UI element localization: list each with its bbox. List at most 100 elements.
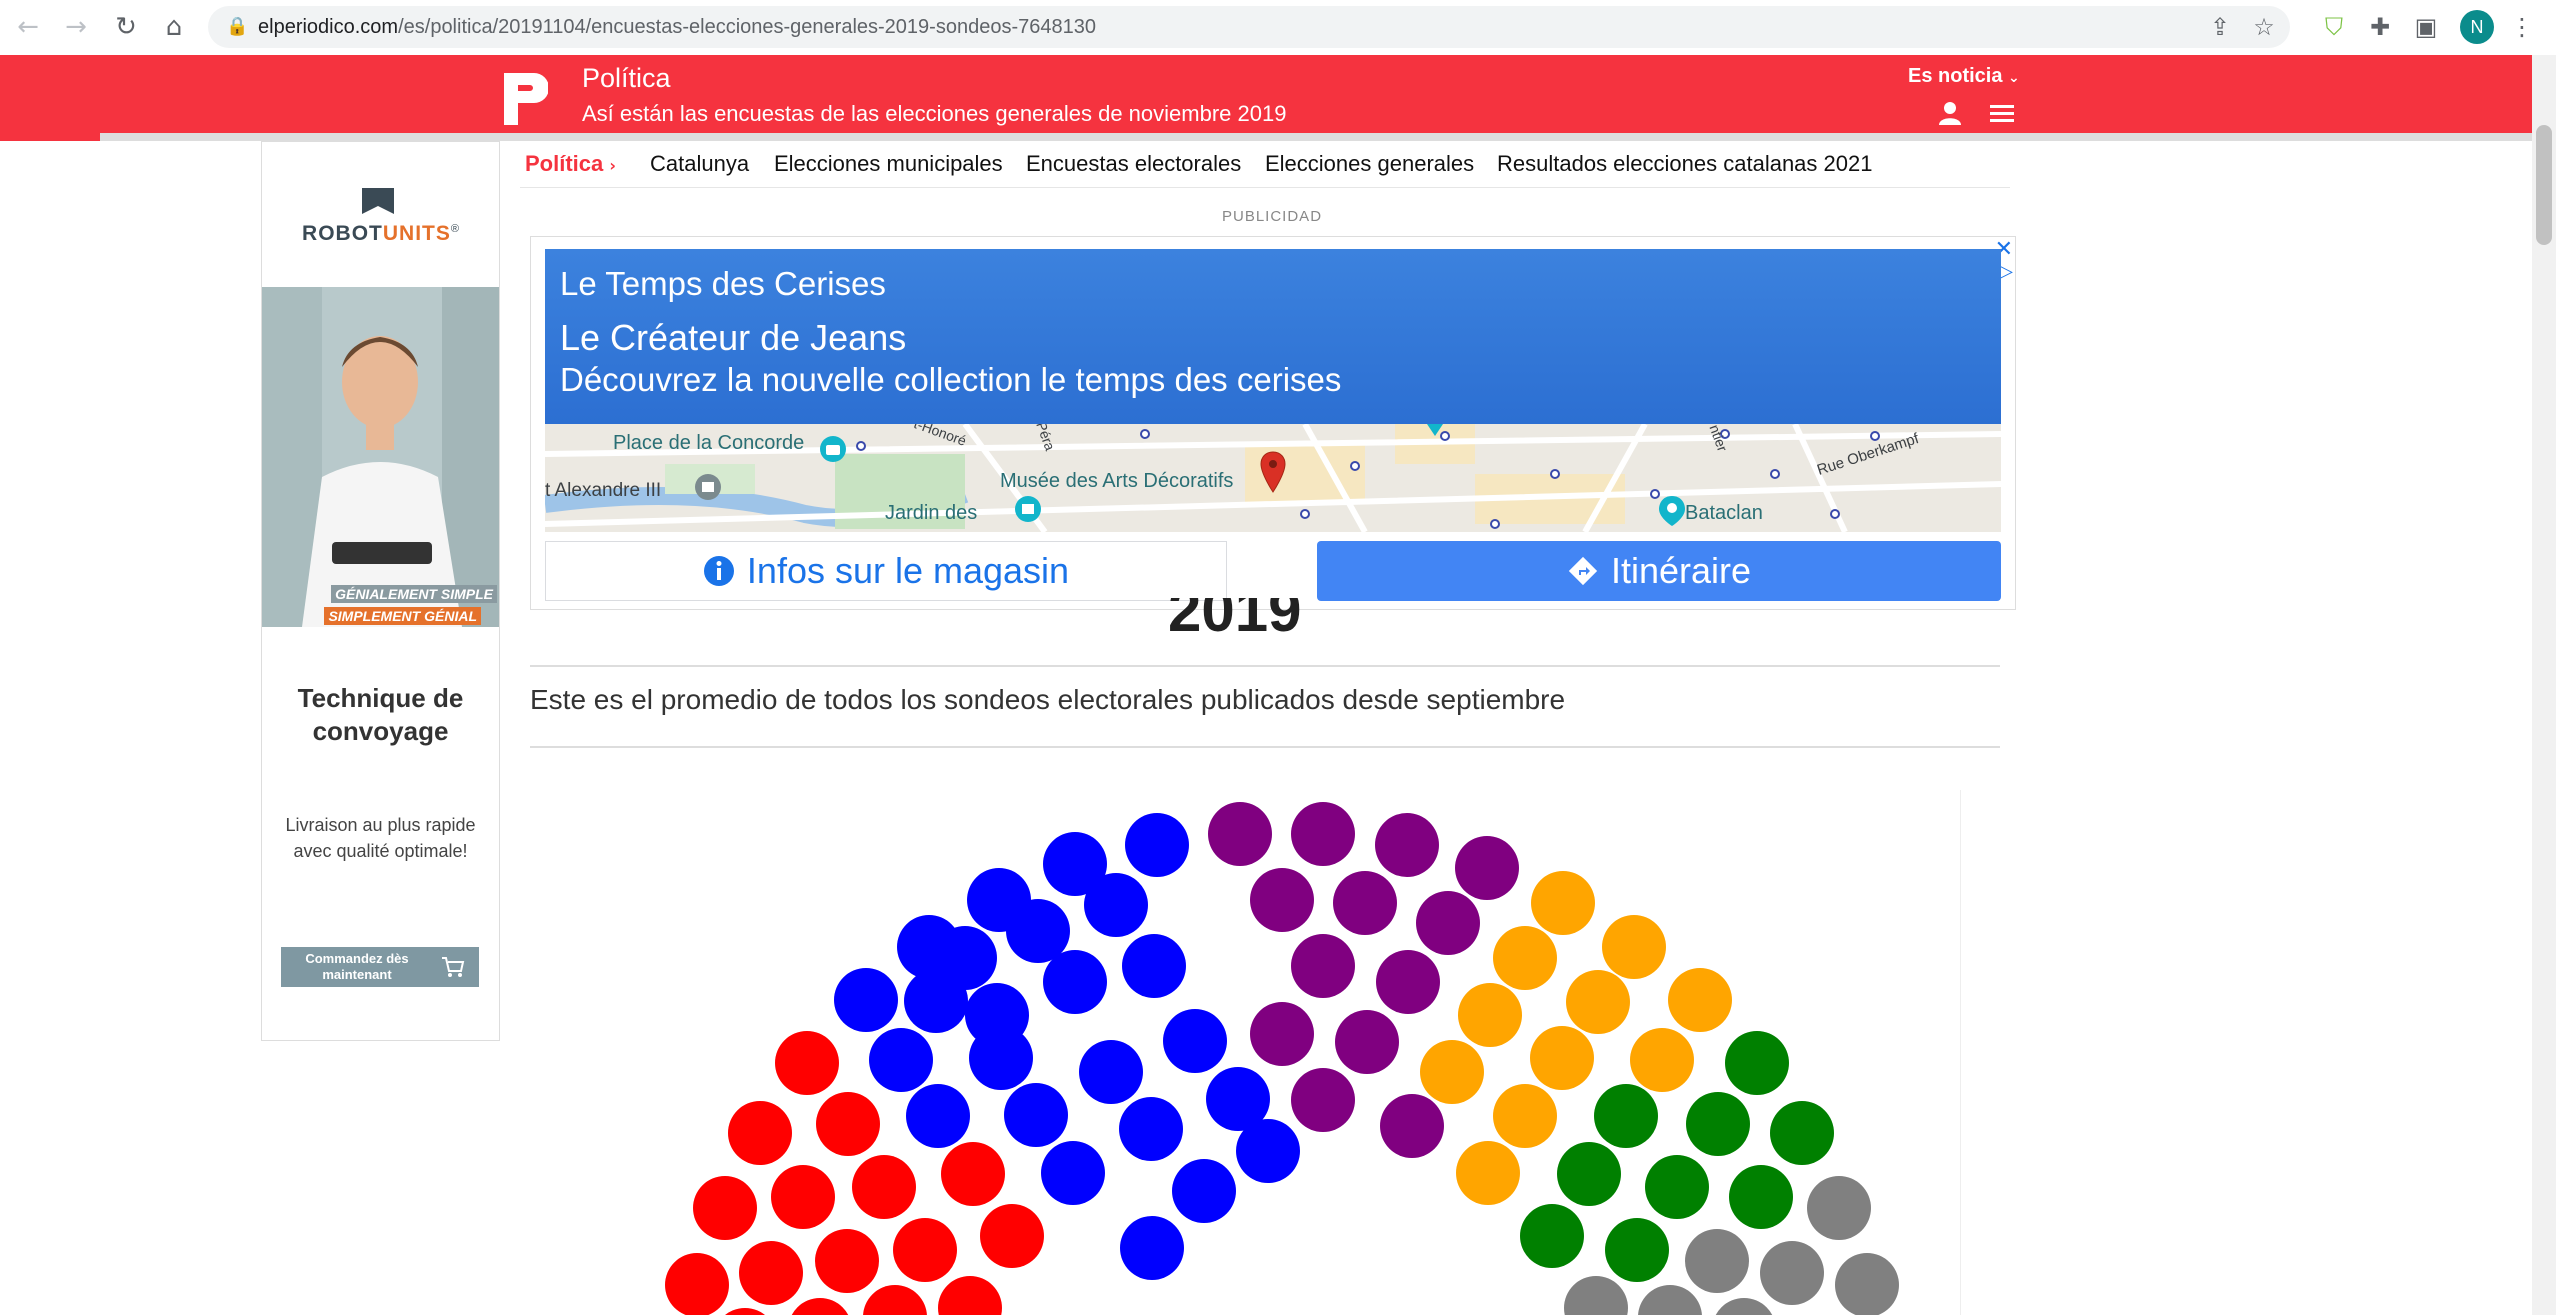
page-scrollbar[interactable] — [2532, 55, 2556, 1315]
hemicycle-svg — [665, 802, 1899, 1315]
seat-red — [728, 1101, 792, 1165]
seat-blue — [1084, 873, 1148, 937]
left-skyscraper-ad[interactable]: ROBOTUNITS® GÉNIALEMENT SIMPLE SIMPLEMEN… — [261, 141, 500, 1041]
logo-registered-mark: ® — [450, 223, 460, 235]
extensions-puzzle-icon[interactable]: ✚ — [2364, 11, 2396, 43]
seat-blue — [1041, 1141, 1105, 1205]
es-noticia-dropdown[interactable]: Es noticia ⌄ — [1908, 65, 2020, 88]
seat-purple — [1250, 868, 1314, 932]
store-info-label: Infos sur le magasin — [746, 550, 1070, 591]
directions-button[interactable]: Itinéraire — [1317, 541, 2001, 601]
seat-green — [1594, 1084, 1658, 1148]
seat-red — [980, 1204, 1044, 1268]
seat-purple — [1291, 1068, 1355, 1132]
seat-blue — [1125, 813, 1189, 877]
divider-top — [530, 665, 2000, 667]
ad-brand-line: Le Temps des Cerises — [560, 265, 886, 302]
man-with-tablet-illustration — [262, 287, 499, 627]
seat-green — [1605, 1218, 1669, 1282]
seat-red — [693, 1176, 757, 1240]
share-icon[interactable]: ⇪ — [2204, 11, 2236, 43]
hamburger-menu-icon[interactable] — [1988, 101, 2016, 125]
seat-red — [893, 1218, 957, 1282]
seat-orange — [1456, 1141, 1520, 1205]
seat-red — [771, 1165, 835, 1229]
top-banner-ad[interactable]: ✕ ▷ Le Temps des Cerises Le Créateur de … — [530, 236, 2016, 610]
store-location-pin-icon[interactable] — [1259, 450, 1287, 494]
seat-blue — [904, 969, 968, 1033]
seat-orange — [1458, 983, 1522, 1047]
seat-blue — [869, 1028, 933, 1092]
ad-order-button[interactable]: Commandez dès maintenant — [281, 947, 479, 987]
subnav-item-generales[interactable]: Elecciones generales — [1265, 151, 1474, 177]
seat-blue — [1122, 934, 1186, 998]
address-bar[interactable]: 🔒 elperiodico.com/es/politica/20191104/e… — [208, 6, 2290, 48]
seat-green — [1770, 1101, 1834, 1165]
seat-purple — [1380, 1094, 1444, 1158]
seat-gray — [1564, 1276, 1628, 1315]
back-icon[interactable]: ← — [12, 11, 44, 43]
subnav-item-catalunya[interactable]: Catalunya — [650, 151, 749, 177]
seat-gray — [1835, 1253, 1899, 1315]
subnav-item-politica[interactable]: Política › — [525, 151, 616, 177]
section-subnav: Política › Catalunya Elecciones municipa… — [520, 145, 2010, 188]
seat-green — [1520, 1204, 1584, 1268]
seat-purple — [1291, 802, 1355, 866]
reading-progress-bar — [0, 133, 2532, 141]
reading-progress-fill — [0, 133, 100, 141]
seat-blue — [1119, 1097, 1183, 1161]
subnav-item-municipales[interactable]: Elecciones municipales — [774, 151, 1003, 177]
seat-blue — [969, 1026, 1033, 1090]
reload-icon[interactable]: ↻ — [110, 11, 142, 43]
subnav-item-encuestas[interactable]: Encuestas electorales — [1026, 151, 1241, 177]
ad-store-map[interactable]: Place de la Concorde Musée des Arts Déco… — [545, 424, 2001, 532]
seat-green — [1729, 1165, 1793, 1229]
seat-red — [665, 1253, 729, 1315]
divider-bottom — [530, 746, 2000, 748]
seat-purple — [1416, 891, 1480, 955]
extension-shield-icon[interactable]: ⛉ — [2318, 11, 2350, 43]
ad-text-panel[interactable]: Le Temps des Cerises Le Créateur de Jean… — [545, 249, 2001, 424]
seat-red — [791, 1298, 849, 1315]
article-title-fragment: 2019 — [1168, 598, 1302, 636]
map-label-jardin: Jardin des — [885, 502, 978, 524]
header-article-title: Así están las encuestas de las eleccione… — [582, 101, 1287, 126]
ad-tagline-2: SIMPLEMENT GÉNIAL — [324, 607, 481, 625]
subnav-item-catalanas-2021[interactable]: Resultados elecciones catalanas 2021 — [1497, 151, 1872, 177]
el-periodico-logo[interactable] — [504, 73, 548, 125]
seat-purple — [1250, 1002, 1314, 1066]
ad-heading: Technique de convoyage — [297, 683, 464, 746]
map-label-alexandre: t Alexandre III — [545, 480, 662, 501]
scrollbar-thumb[interactable] — [2536, 125, 2552, 245]
kebab-menu-icon[interactable]: ⋮ — [2506, 11, 2538, 43]
side-panel-icon[interactable]: ▣ — [2410, 11, 2442, 43]
ad-photo: GÉNIALEMENT SIMPLE SIMPLEMENT GÉNIAL — [262, 287, 499, 627]
seat-orange — [1668, 968, 1732, 1032]
ad-label: PUBLICIDAD — [1222, 208, 1323, 225]
ad-body-text: Livraison au plus rapide avec qualité op… — [285, 815, 476, 861]
seat-blue — [1043, 950, 1107, 1014]
chevron-down-icon: ⌄ — [2008, 70, 2020, 86]
lock-icon: 🔒 — [226, 16, 249, 37]
seat-purple — [1375, 813, 1439, 877]
subnav-active-label: Política — [525, 151, 604, 176]
seat-red — [815, 1229, 879, 1293]
seat-orange — [1530, 1026, 1594, 1090]
article-subtitle: Este es el promedio de todos los sondeos… — [530, 684, 1566, 715]
profile-avatar[interactable]: N — [2460, 10, 2494, 44]
store-info-button[interactable]: Infos sur le magasin — [545, 541, 1227, 601]
seat-blue — [834, 968, 898, 1032]
es-noticia-label: Es noticia — [1908, 65, 2003, 87]
seat-orange — [1630, 1028, 1694, 1092]
browser-toolbar: ← → ↻ ⌂ 🔒 elperiodico.com/es/politica/20… — [0, 0, 2556, 56]
seat-blue — [1004, 1083, 1068, 1147]
bookmark-star-icon[interactable]: ☆ — [2248, 11, 2280, 43]
seat-gray — [1715, 1298, 1773, 1315]
adchoices-icon[interactable]: ▷ — [1999, 261, 2013, 282]
home-icon[interactable]: ⌂ — [158, 11, 190, 43]
seat-purple — [1376, 950, 1440, 1014]
camera-poi-icon — [820, 436, 846, 462]
user-icon[interactable] — [1936, 99, 1964, 127]
section-title[interactable]: Política — [582, 63, 671, 94]
forward-icon[interactable]: → — [60, 11, 92, 43]
